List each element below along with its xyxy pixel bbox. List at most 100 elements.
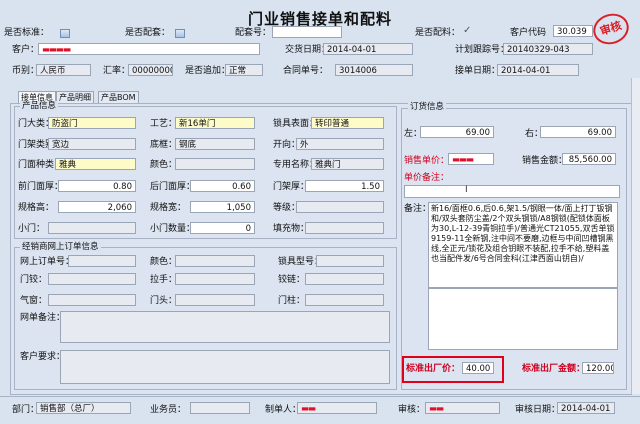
back-thick-field[interactable]: 0.60: [190, 180, 255, 192]
remark-label: 备注：: [404, 204, 432, 214]
spec-width-label: 规格宽：: [150, 203, 187, 213]
small-qty-field[interactable]: 0: [190, 222, 255, 234]
tab-product-bom[interactable]: 产品BOM: [98, 91, 139, 103]
frame-type-field[interactable]: 宽边: [48, 138, 136, 150]
is-standard-checkbox[interactable]: [60, 29, 70, 38]
lock-surface-field[interactable]: 转印普通: [311, 117, 384, 129]
trade-date-field[interactable]: 2014-04-01: [323, 43, 413, 55]
online-pillar-label: 门柱：: [278, 296, 306, 306]
spec-width-field[interactable]: 1,050: [190, 201, 255, 213]
online-handle-field[interactable]: [175, 273, 255, 285]
dept-field[interactable]: 销售部（总厂）: [36, 402, 131, 414]
customer-req-area[interactable]: [60, 350, 390, 384]
small-door-label: 小门：: [18, 224, 46, 234]
online-order-no-label: 网上订单号：: [20, 257, 75, 267]
match-no-field[interactable]: [272, 26, 342, 38]
special-name-field[interactable]: 雅典门: [311, 158, 384, 170]
factory-amount-field[interactable]: 120.00: [582, 362, 614, 374]
spec-height-label: 规格高：: [18, 203, 55, 213]
online-head-label: 门头：: [150, 296, 178, 306]
bottom-frame-label: 底框：: [150, 140, 178, 150]
face-type-field[interactable]: 雅典: [55, 158, 136, 170]
check-mark-icon[interactable]: ✓: [463, 25, 471, 36]
unit-remark-field[interactable]: [404, 185, 620, 198]
footer-divider: [0, 396, 640, 397]
plan-no-field[interactable]: 20140329-043: [503, 43, 593, 55]
auditor-label: 审核：: [398, 405, 426, 415]
vertical-scrollbar[interactable]: [631, 78, 640, 394]
online-order-no-field[interactable]: [68, 255, 136, 267]
color-label: 颜色：: [150, 160, 178, 170]
right-qty-field[interactable]: 69.00: [540, 126, 616, 138]
factory-price-field[interactable]: 40.00: [462, 362, 494, 374]
staff-label: 业务员：: [150, 405, 187, 415]
open-dir-field[interactable]: 外: [296, 138, 384, 150]
online-handle-label: 拉手：: [150, 275, 178, 285]
front-thick-label: 前门面厚：: [18, 182, 64, 192]
customer-label: 客户：: [12, 45, 40, 55]
creator-label: 制单人：: [265, 405, 302, 415]
frame-thick-field[interactable]: 1.50: [305, 180, 384, 192]
online-hinge-label: 门铰：: [20, 275, 48, 285]
is-add-field[interactable]: 正常: [225, 64, 263, 76]
amount-label: 销售金额：: [522, 156, 568, 166]
order-date-field[interactable]: 2014-04-01: [497, 64, 579, 76]
order-group-title: 订货信息: [408, 102, 447, 112]
customer-field[interactable]: ▬▬▬▬: [38, 43, 260, 55]
front-thick-field[interactable]: 0.80: [58, 180, 136, 192]
craft-field[interactable]: 新16单门: [175, 117, 255, 129]
rate-field[interactable]: 000000000: [128, 64, 173, 76]
bottom-frame-field[interactable]: 钢底: [175, 138, 255, 150]
order-date-label: 接单日期：: [455, 66, 501, 76]
plan-no-label: 计划跟踪号：: [455, 45, 510, 55]
online-latch-field[interactable]: [305, 273, 384, 285]
staff-field[interactable]: [190, 402, 250, 414]
contract-label: 合同单号：: [283, 66, 329, 76]
online-remark-label: 网单备注：: [20, 313, 66, 323]
remark-textarea[interactable]: 新16/面框0.6,后0.6,架1.5/钢眼一体/面上打丁钣钢和/双头套防尘盖/…: [428, 202, 618, 288]
tab-product-detail[interactable]: 产品明细: [56, 91, 94, 103]
online-vent-field[interactable]: [48, 294, 136, 306]
factory-amount-label: 标准出厂金额：: [522, 364, 586, 374]
is-standard-label: 是否标准：: [4, 28, 50, 38]
remark-textarea-blank[interactable]: [428, 288, 618, 350]
online-order-group-title: 经销商网上订单信息: [20, 242, 101, 252]
back-thick-label: 后门面厚：: [150, 182, 196, 192]
left-qty-field[interactable]: 69.00: [420, 126, 494, 138]
is-matched-checkbox[interactable]: [175, 29, 185, 38]
is-matched-label: 是否配套：: [125, 28, 171, 38]
contract-field[interactable]: 3014006: [335, 64, 413, 76]
auditor-field[interactable]: ▬▬: [425, 402, 500, 414]
filler-field[interactable]: [305, 222, 384, 234]
online-head-field[interactable]: [175, 294, 255, 306]
customer-code-field[interactable]: 30.039: [553, 25, 593, 37]
small-qty-label: 小门数量：: [150, 224, 196, 234]
online-color-field[interactable]: [175, 255, 255, 267]
audit-date-label: 审核日期：: [515, 405, 561, 415]
unit-price-field[interactable]: ▬▬▬: [448, 153, 494, 165]
door-type-field[interactable]: 防盗门: [48, 117, 136, 129]
online-remark-area[interactable]: [60, 311, 390, 343]
unit-price-label: 销售单价：: [404, 156, 450, 166]
audit-date-field[interactable]: 2014-04-01 1: [557, 402, 615, 414]
creator-field[interactable]: ▬▬: [297, 402, 377, 414]
spec-height-field[interactable]: 2,060: [58, 201, 136, 213]
grade-field[interactable]: [296, 201, 384, 213]
dept-label: 部门：: [12, 405, 40, 415]
is-add-label: 是否追加：: [185, 66, 231, 76]
amount-field[interactable]: 85,560.00: [562, 153, 616, 165]
frame-thick-label: 门架厚：: [273, 182, 310, 192]
rate-label: 汇率：: [103, 66, 131, 76]
online-pillar-field[interactable]: [305, 294, 384, 306]
currency-field[interactable]: 人民币: [36, 64, 91, 76]
customer-req-label: 客户要求：: [20, 352, 66, 362]
online-hinge-field[interactable]: [48, 273, 136, 285]
small-door-field[interactable]: [48, 222, 136, 234]
filler-label: 填充物：: [273, 224, 310, 234]
craft-label: 工艺：: [150, 119, 178, 129]
match-no-label: 配套号：: [235, 28, 272, 38]
online-lock-model-field[interactable]: [316, 255, 384, 267]
text-cursor-icon: I: [465, 185, 468, 195]
online-vent-label: 气窗：: [20, 296, 48, 306]
color-field[interactable]: [175, 158, 255, 170]
